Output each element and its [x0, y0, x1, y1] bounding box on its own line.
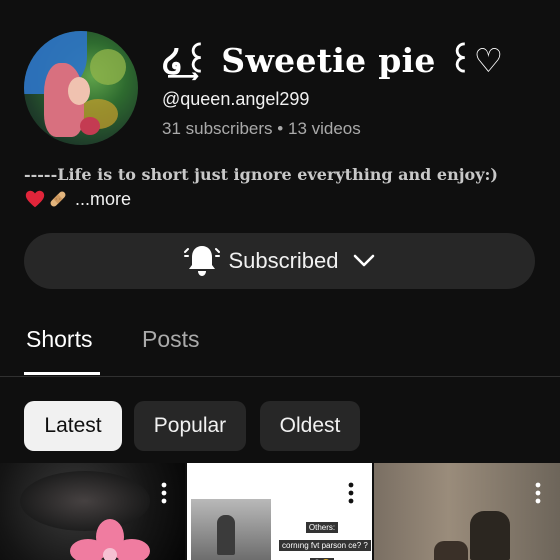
channel-name: ໒͢꒰ Sweetie pie ꒰♡	[162, 41, 504, 80]
channel-tabs: Shorts Posts	[0, 320, 560, 377]
bandage-emoji-icon	[50, 191, 66, 207]
filter-chip-popular[interactable]: Popular	[134, 401, 246, 451]
caption-line: cornıng fvt parson ce? ?	[279, 540, 371, 551]
tab-shorts[interactable]: Shorts	[26, 326, 92, 353]
channel-handle: @queen.angel299	[162, 89, 310, 109]
thumbnail-caption: Others: cornıng fvt parson ce? ? 😀🤭	[279, 517, 371, 560]
subscribed-button[interactable]: Subscribed	[24, 233, 535, 289]
bell-icon	[184, 246, 221, 276]
avatar-foliage	[90, 49, 126, 85]
avatar-rose	[80, 117, 100, 135]
thumbnail-person	[217, 515, 235, 555]
tab-posts[interactable]: Posts	[142, 326, 200, 353]
active-tab-indicator	[24, 372, 100, 375]
subscriber-count: 31 subscribers	[162, 119, 273, 138]
short-thumbnail-3[interactable]	[374, 463, 560, 560]
chevron-down-icon	[353, 254, 374, 267]
more-vert-icon[interactable]	[347, 481, 355, 505]
video-count: 13 videos	[287, 119, 361, 138]
channel-description: -----Life is to short just ignore everyt…	[24, 165, 498, 184]
description-row: ...more	[24, 188, 131, 210]
caption-line: Others:	[305, 522, 339, 533]
channel-stats: 31 subscribers • 13 videos	[162, 119, 361, 139]
channel-avatar[interactable]	[24, 31, 138, 145]
subscribed-label: Subscribed	[228, 248, 339, 273]
red-heart-emoji-icon	[25, 190, 45, 208]
filter-chip-oldest[interactable]: Oldest	[260, 401, 360, 451]
avatar-face	[68, 77, 90, 105]
thumbnail-person-2	[434, 541, 468, 560]
more-vert-icon[interactable]	[160, 481, 168, 505]
short-thumbnail-1[interactable]	[0, 463, 185, 560]
pink-flower-graphic	[70, 519, 150, 560]
filter-chip-latest[interactable]: Latest	[24, 401, 122, 451]
thumbnail-person	[470, 511, 510, 560]
stats-separator: •	[277, 119, 284, 138]
more-vert-icon[interactable]	[534, 481, 542, 505]
short-thumbnail-2[interactable]: Others: cornıng fvt parson ce? ? 😀🤭	[187, 463, 372, 560]
description-more-link[interactable]: ...more	[75, 189, 131, 210]
